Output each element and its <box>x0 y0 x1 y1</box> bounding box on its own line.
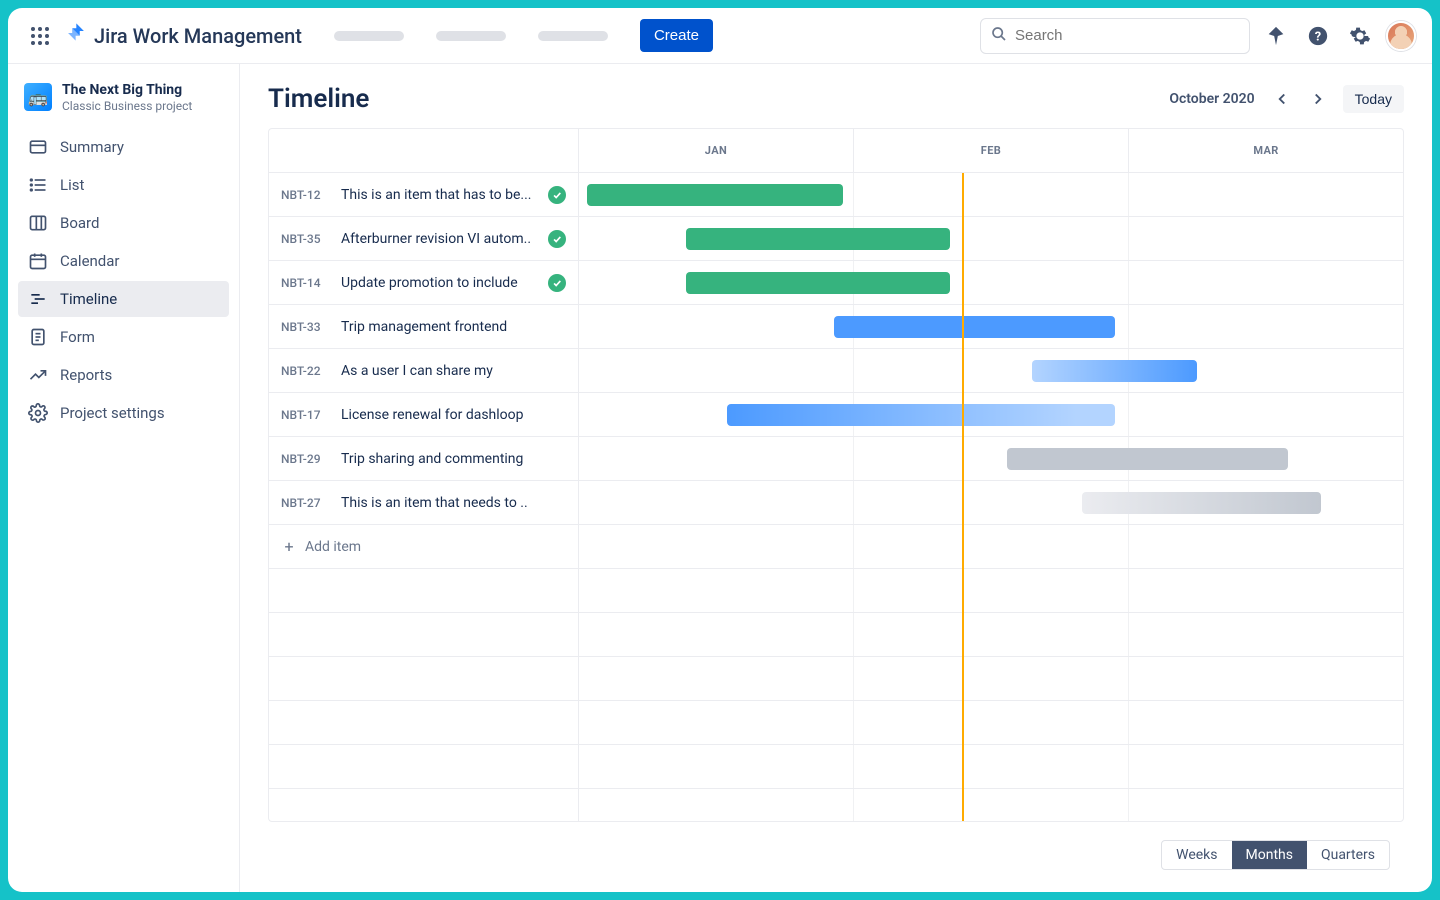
nav-placeholder <box>538 31 608 41</box>
page-title: Timeline <box>268 84 369 114</box>
today-button[interactable]: Today <box>1343 85 1404 113</box>
app-switcher-icon[interactable] <box>24 20 56 52</box>
issue-summary: Trip sharing and commenting <box>341 451 566 467</box>
sidebar-item-label: Summary <box>60 138 124 156</box>
sidebar-item-label: Form <box>60 328 95 346</box>
empty-row <box>269 569 1403 613</box>
project-name: The Next Big Thing <box>62 82 192 99</box>
main-content: Timeline October 2020 Today JANFEBMAR <box>240 64 1432 892</box>
timeline-row[interactable]: NBT-22 As a user I can share my <box>269 349 1403 393</box>
sidebar-item-reports[interactable]: Reports <box>18 357 229 393</box>
sidebar-item-timeline[interactable]: Timeline <box>18 281 229 317</box>
issue-summary: This is an item that has to be... <box>341 187 540 203</box>
sidebar-item-board[interactable]: Board <box>18 205 229 241</box>
empty-row <box>269 613 1403 657</box>
timeline-row[interactable]: NBT-35 Afterburner revision VI autom.. <box>269 217 1403 261</box>
sidebar-item-calendar[interactable]: Calendar <box>18 243 229 279</box>
issue-key: NBT-35 <box>281 232 333 246</box>
add-item-label: Add item <box>305 539 361 555</box>
issue-key: NBT-14 <box>281 276 333 290</box>
empty-row <box>269 789 1403 821</box>
add-item-row: + Add item <box>269 525 1403 569</box>
sidebar-item-summary[interactable]: Summary <box>18 129 229 165</box>
project-header[interactable]: 🚌 The Next Big Thing Classic Business pr… <box>18 82 229 129</box>
prev-button[interactable] <box>1267 84 1297 114</box>
sidebar-item-label: Calendar <box>60 252 120 270</box>
nav-placeholder <box>334 31 404 41</box>
issue-summary: Afterburner revision VI autom.. <box>341 231 540 247</box>
zoom-quarters[interactable]: Quarters <box>1307 841 1389 869</box>
project-type: Classic Business project <box>62 99 192 113</box>
avatar[interactable] <box>1386 21 1416 51</box>
issue-summary: As a user I can share my <box>341 363 566 379</box>
brand-name: Jira Work Management <box>94 24 302 48</box>
issue-summary: Update promotion to include <box>341 275 540 291</box>
done-icon <box>548 230 566 248</box>
timeline-bar[interactable] <box>1007 448 1287 470</box>
timeline-bar[interactable] <box>686 272 950 294</box>
timeline-bar[interactable] <box>727 404 1114 426</box>
create-button[interactable]: Create <box>640 19 713 52</box>
search-input[interactable] <box>980 18 1250 54</box>
sidebar-item-form[interactable]: Form <box>18 319 229 355</box>
issue-key: NBT-27 <box>281 496 333 510</box>
zoom-toggle: Weeks Months Quarters <box>1161 840 1390 870</box>
timeline-row[interactable]: NBT-17 License renewal for dashloop <box>269 393 1403 437</box>
timeline-bar[interactable] <box>1032 360 1197 382</box>
empty-row <box>269 745 1403 789</box>
next-button[interactable] <box>1303 84 1333 114</box>
sidebar-item-label: Timeline <box>60 290 117 308</box>
svg-text:?: ? <box>1315 29 1321 44</box>
issue-summary: This is an item that needs to .. <box>341 495 566 511</box>
issue-summary: License renewal for dashloop <box>341 407 566 423</box>
nav-placeholder <box>436 31 506 41</box>
sidebar: 🚌 The Next Big Thing Classic Business pr… <box>8 64 240 892</box>
issue-key: NBT-22 <box>281 364 333 378</box>
month-header: FEB <box>854 129 1129 172</box>
timeline-row[interactable]: NBT-12 This is an item that has to be... <box>269 173 1403 217</box>
timeline-row[interactable]: NBT-14 Update promotion to include <box>269 261 1403 305</box>
sidebar-item-label: List <box>60 176 84 194</box>
timeline-row[interactable]: NBT-27 This is an item that needs to .. <box>269 481 1403 525</box>
issue-summary: Trip management frontend <box>341 319 566 335</box>
zoom-weeks[interactable]: Weeks <box>1162 841 1231 869</box>
sidebar-item-label: Reports <box>60 366 112 384</box>
issue-key: NBT-17 <box>281 408 333 422</box>
timeline-bar[interactable] <box>834 316 1114 338</box>
issue-key: NBT-29 <box>281 452 333 466</box>
issue-key: NBT-12 <box>281 188 333 202</box>
help-icon[interactable]: ? <box>1302 20 1334 52</box>
zoom-months[interactable]: Months <box>1232 841 1307 869</box>
timeline-row[interactable]: NBT-29 Trip sharing and commenting <box>269 437 1403 481</box>
empty-row <box>269 657 1403 701</box>
month-header: JAN <box>579 129 854 172</box>
issue-key: NBT-33 <box>281 320 333 334</box>
sidebar-item-list[interactable]: List <box>18 167 229 203</box>
jira-icon <box>66 22 88 49</box>
done-icon <box>548 274 566 292</box>
timeline-grid: JANFEBMAR NBT-12 This is an item that has… <box>268 128 1404 822</box>
settings-icon[interactable] <box>1344 20 1376 52</box>
add-item-button[interactable]: + Add item <box>269 525 579 568</box>
timeline-bar[interactable] <box>686 228 950 250</box>
timeline-bar[interactable] <box>1082 492 1321 514</box>
sidebar-item-project-settings[interactable]: Project settings <box>18 395 229 431</box>
sidebar-item-label: Board <box>60 214 99 232</box>
plus-icon: + <box>281 537 297 556</box>
brand-logo[interactable]: Jira Work Management <box>66 22 302 49</box>
empty-row <box>269 701 1403 745</box>
done-icon <box>548 186 566 204</box>
timeline-row[interactable]: NBT-33 Trip management frontend <box>269 305 1403 349</box>
sidebar-item-label: Project settings <box>60 404 165 422</box>
top-nav: Jira Work Management Create ? <box>8 8 1432 64</box>
search-icon <box>991 26 1007 46</box>
timeline-bar[interactable] <box>587 184 842 206</box>
month-header: MAR <box>1129 129 1403 172</box>
notifications-icon[interactable] <box>1260 20 1292 52</box>
project-icon: 🚌 <box>24 83 52 111</box>
date-label: October 2020 <box>1169 91 1254 107</box>
